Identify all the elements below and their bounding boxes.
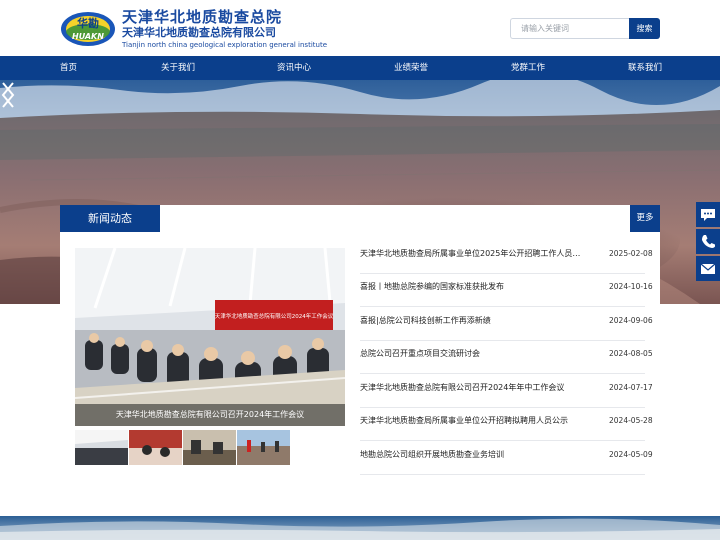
meeting-banner-text: 天津华北地质勘查总院有限公司2024年工作会议 <box>215 312 334 320</box>
news-date: 2024-07-17 <box>609 383 653 392</box>
chevron-right-icon[interactable] <box>0 80 16 110</box>
search-input[interactable] <box>510 18 630 39</box>
news-date: 2024-05-28 <box>609 416 653 425</box>
thumbnail-2[interactable] <box>129 430 182 465</box>
main-nav: 首页 关于我们 资讯中心 业绩荣誉 党群工作 联系我们 <box>0 56 720 80</box>
chat-icon <box>701 209 715 221</box>
floating-contact-bar <box>696 202 720 281</box>
phone-button[interactable] <box>696 229 720 254</box>
thumbnail-4[interactable] <box>237 430 290 465</box>
news-title[interactable]: 天津华北地质勘查总院有限公司召开2024年年中工作会议 <box>360 382 588 394</box>
list-item[interactable]: 天津华北地质勘查总院有限公司召开2024年年中工作会议 2024-07-17 <box>360 374 653 408</box>
mail-button[interactable] <box>696 256 720 281</box>
thumbnail-1[interactable] <box>75 430 128 465</box>
logo-badge-text: 华勘 <box>77 16 99 30</box>
footer-banner-image <box>0 516 720 540</box>
logo-emblem-icon: 华勘 HUAKN <box>61 12 115 46</box>
nav-item-about[interactable]: 关于我们 <box>161 56 195 80</box>
meeting-photo: 天津华北地质勘查总院有限公司2024年工作会议 <box>75 248 345 426</box>
news-date: 2024-10-16 <box>609 282 653 291</box>
chat-button[interactable] <box>696 202 720 227</box>
news-title[interactable]: 天津华北地质勘查局所属事业单位2025年公开招聘工作人员实施方案 <box>360 248 588 260</box>
news-title[interactable]: 地勘总院公司组织开展地质勘查业务培训 <box>360 449 588 461</box>
thumbnail-3[interactable] <box>183 430 236 465</box>
site-subtitle-cn: 天津华北地质勘查总院有限公司 <box>122 26 276 39</box>
nav-item-achievements[interactable]: 业绩荣誉 <box>394 56 428 80</box>
search-button[interactable]: 搜索 <box>629 18 660 39</box>
list-item[interactable]: 地勘总院公司组织开展地质勘查业务培训 2024-05-09 <box>360 441 653 475</box>
site-logo[interactable]: 华勘 HUAKN 天津华北地质勘查总院 天津华北地质勘查总院有限公司 Tianj… <box>60 8 327 52</box>
news-date: 2025-02-08 <box>609 249 653 258</box>
more-button[interactable]: 更多 <box>630 205 660 232</box>
featured-news-image[interactable]: 天津华北地质勘查总院有限公司2024年工作会议 <box>75 248 345 426</box>
news-title[interactable]: 喜报|总院公司科技创新工作再添新绩 <box>360 315 588 327</box>
mail-icon <box>700 263 716 274</box>
news-date: 2024-05-09 <box>609 450 653 459</box>
logo-badge-en-text: HUAKN <box>72 32 104 41</box>
news-date: 2024-08-05 <box>609 349 653 358</box>
list-item[interactable]: 天津华北地质勘查局所属事业单位公开招聘拟聘用人员公示 2024-05-28 <box>360 407 653 441</box>
news-date: 2024-09-06 <box>609 316 653 325</box>
nav-item-contact[interactable]: 联系我们 <box>628 56 662 80</box>
list-item[interactable]: 总院公司召开重点项目交流研讨会 2024-08-05 <box>360 340 653 374</box>
nav-item-party-work[interactable]: 党群工作 <box>511 56 545 80</box>
nav-item-home[interactable]: 首页 <box>60 56 77 80</box>
list-item[interactable]: 喜报丨地勘总院参编的国家标准获批发布 2024-10-16 <box>360 273 653 307</box>
news-title[interactable]: 天津华北地质勘查局所属事业单位公开招聘拟聘用人员公示 <box>360 415 588 427</box>
site-title-en: Tianjin north china geological explorati… <box>122 41 328 49</box>
phone-icon <box>702 235 715 248</box>
list-item[interactable]: 天津华北地质勘查局所属事业单位2025年公开招聘工作人员实施方案 2025-02… <box>360 240 653 274</box>
list-item[interactable]: 喜报|总院公司科技创新工作再添新绩 2024-09-06 <box>360 307 653 341</box>
news-title[interactable]: 总院公司召开重点项目交流研讨会 <box>360 348 588 360</box>
tab-news[interactable]: 新闻动态 <box>60 205 160 232</box>
site-title-cn: 天津华北地质勘查总院 <box>122 8 283 26</box>
news-title[interactable]: 喜报丨地勘总院参编的国家标准获批发布 <box>360 281 588 293</box>
site-header: 华勘 HUAKN 天津华北地质勘查总院 天津华北地质勘查总院有限公司 Tianj… <box>0 0 720 56</box>
featured-news-caption[interactable]: 天津华北地质勘查总院有限公司召开2024年工作会议 <box>75 404 345 426</box>
nav-item-news-center[interactable]: 资讯中心 <box>277 56 311 80</box>
